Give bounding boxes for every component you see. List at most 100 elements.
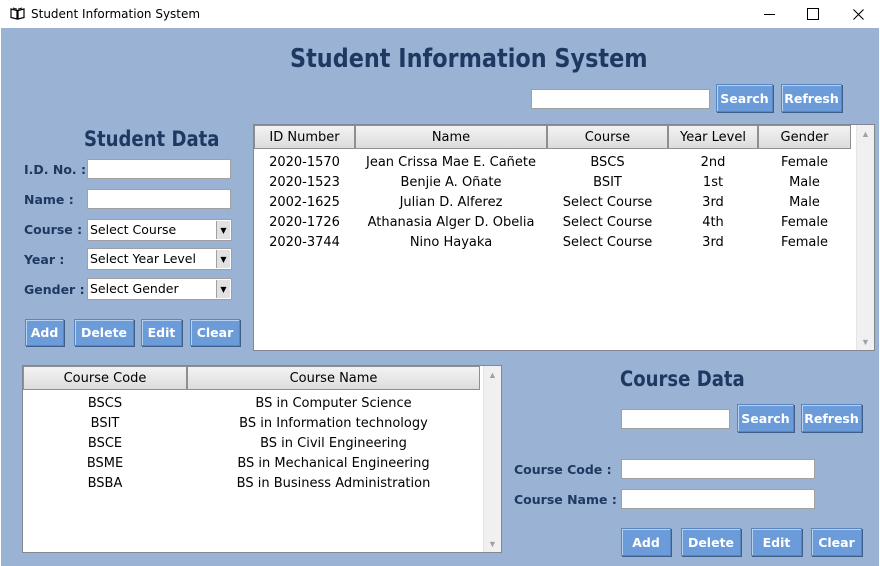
student-search-input[interactable] xyxy=(531,89,710,109)
title-bar: Student Information System xyxy=(0,0,880,28)
student-table-header: ID Number Name Course Year Level Gender xyxy=(254,125,851,149)
cell-course-name: BS in Information technology xyxy=(239,415,428,431)
column-header-name[interactable]: Name xyxy=(355,125,547,149)
student-refresh-button[interactable]: Refresh xyxy=(781,84,842,112)
course-table[interactable]: Course Code Course Name BSCS BS in Compu… xyxy=(22,365,502,553)
column-header-gender[interactable]: Gender xyxy=(758,125,851,149)
cell-id: 2002-1625 xyxy=(269,194,340,210)
course-code-field[interactable] xyxy=(621,459,815,479)
course-refresh-button[interactable]: Refresh xyxy=(801,404,862,432)
chevron-down-icon[interactable]: ▼ xyxy=(484,535,501,552)
cell-id: 2020-3744 xyxy=(269,234,340,250)
course-edit-button[interactable]: Edit xyxy=(751,528,802,556)
course-data-heading: Course Data xyxy=(620,367,745,391)
course-select[interactable]: Select Course ▼ xyxy=(87,219,232,241)
column-header-id[interactable]: ID Number xyxy=(254,125,355,149)
cell-id: 2020-1570 xyxy=(269,154,340,170)
student-add-button[interactable]: Add xyxy=(25,319,64,346)
student-delete-button[interactable]: Delete xyxy=(74,319,134,346)
cell-course: Select Course xyxy=(562,194,653,210)
chevron-down-icon[interactable]: ▼ xyxy=(857,333,874,350)
id-field[interactable] xyxy=(87,159,231,179)
cell-year: 2nd xyxy=(700,154,726,170)
course-name-label: Course Name : xyxy=(514,492,617,507)
main-window: Student Information System Search Refres… xyxy=(1,28,879,566)
cell-year: 1st xyxy=(702,174,724,190)
minimize-icon xyxy=(763,13,775,15)
cell-year: 4th xyxy=(702,214,724,230)
cell-name: Jean Crissa Mae E. Cañete xyxy=(365,154,536,170)
course-add-button[interactable]: Add xyxy=(621,528,671,556)
book-icon xyxy=(10,7,25,25)
course-clear-button[interactable]: Clear xyxy=(811,528,862,556)
minimize-button[interactable] xyxy=(746,0,792,28)
table-row[interactable]: 2020-1570 Jean Crissa Mae E. Cañete BSCS… xyxy=(254,152,851,172)
table-row[interactable]: BSCS BS in Computer Science xyxy=(23,393,480,413)
cell-course: Select Course xyxy=(562,214,653,230)
maximize-button[interactable] xyxy=(790,0,836,28)
course-search-button[interactable]: Search xyxy=(737,404,794,432)
cell-name: Athanasia Alger D. Obelia xyxy=(367,214,535,230)
chevron-down-icon[interactable]: ▼ xyxy=(216,250,230,268)
cell-course-code: BSBA xyxy=(87,475,123,491)
course-code-label: Course Code : xyxy=(514,462,612,477)
close-icon xyxy=(852,8,864,20)
year-select-value: Select Year Level xyxy=(90,251,196,266)
student-table-scrollbar[interactable]: ▲ ▼ xyxy=(856,125,874,350)
table-row[interactable]: 2020-3744 Nino Hayaka Select Course 3rd … xyxy=(254,232,851,252)
chevron-up-icon[interactable]: ▲ xyxy=(857,125,874,142)
cell-course-code: BSCS xyxy=(87,395,123,411)
name-field[interactable] xyxy=(87,189,231,209)
student-table[interactable]: ID Number Name Course Year Level Gender … xyxy=(253,124,875,351)
cell-course: BSCS xyxy=(590,154,625,170)
course-search-input[interactable] xyxy=(621,409,730,429)
course-select-value: Select Course xyxy=(90,222,177,237)
chevron-up-icon[interactable]: ▲ xyxy=(484,366,501,383)
year-label: Year : xyxy=(24,252,65,267)
cell-gender: Female xyxy=(780,234,828,250)
cell-course-code: BSIT xyxy=(90,415,120,431)
chevron-down-icon[interactable]: ▼ xyxy=(216,221,230,239)
table-row[interactable]: BSCE BS in Civil Engineering xyxy=(23,433,480,453)
cell-course-name: BS in Civil Engineering xyxy=(260,435,407,451)
cell-course-name: BS in Mechanical Engineering xyxy=(237,455,430,471)
cell-name: Nino Hayaka xyxy=(409,234,493,250)
cell-course-name: BS in Business Administration xyxy=(236,475,431,491)
table-row[interactable]: 2020-1726 Athanasia Alger D. Obelia Sele… xyxy=(254,212,851,232)
cell-course: Select Course xyxy=(562,234,653,250)
column-header-course[interactable]: Course xyxy=(547,125,668,149)
course-name-field[interactable] xyxy=(621,489,815,509)
gender-label: Gender : xyxy=(24,282,85,297)
student-search-button[interactable]: Search xyxy=(716,84,773,112)
cell-id: 2020-1523 xyxy=(269,174,340,190)
window-title: Student Information System xyxy=(31,7,201,21)
table-row[interactable]: BSBA BS in Business Administration xyxy=(23,473,480,493)
cell-gender: Male xyxy=(789,194,820,210)
column-header-year[interactable]: Year Level xyxy=(668,125,758,149)
cell-year: 3rd xyxy=(702,194,724,210)
chevron-down-icon[interactable]: ▼ xyxy=(216,280,230,298)
cell-course-code: BSME xyxy=(86,455,124,471)
cell-course-code: BSCE xyxy=(87,435,123,451)
column-header-course-code[interactable]: Course Code xyxy=(23,366,187,390)
column-header-course-name[interactable]: Course Name xyxy=(187,366,480,390)
table-row[interactable]: 2020-1523 Benjie A. Oñate BSIT 1st Male xyxy=(254,172,851,192)
course-table-scrollbar[interactable]: ▲ ▼ xyxy=(483,366,501,552)
table-row[interactable]: 2002-1625 Julian D. Alferez Select Cours… xyxy=(254,192,851,212)
page-title: Student Information System xyxy=(290,44,648,74)
table-row[interactable]: BSME BS in Mechanical Engineering xyxy=(23,453,480,473)
cell-name: Benjie A. Oñate xyxy=(400,174,502,190)
student-edit-button[interactable]: Edit xyxy=(141,319,182,346)
cell-year: 3rd xyxy=(702,234,724,250)
year-select[interactable]: Select Year Level ▼ xyxy=(87,248,232,270)
id-label: I.D. No. : xyxy=(24,162,87,177)
gender-select[interactable]: Select Gender ▼ xyxy=(87,278,232,300)
student-clear-button[interactable]: Clear xyxy=(190,319,240,346)
close-button[interactable] xyxy=(835,0,880,28)
maximize-icon xyxy=(807,8,819,20)
course-label: Course : xyxy=(24,222,83,237)
course-table-header: Course Code Course Name xyxy=(23,366,480,390)
course-delete-button[interactable]: Delete xyxy=(681,528,741,556)
cell-gender: Female xyxy=(780,154,828,170)
table-row[interactable]: BSIT BS in Information technology xyxy=(23,413,480,433)
